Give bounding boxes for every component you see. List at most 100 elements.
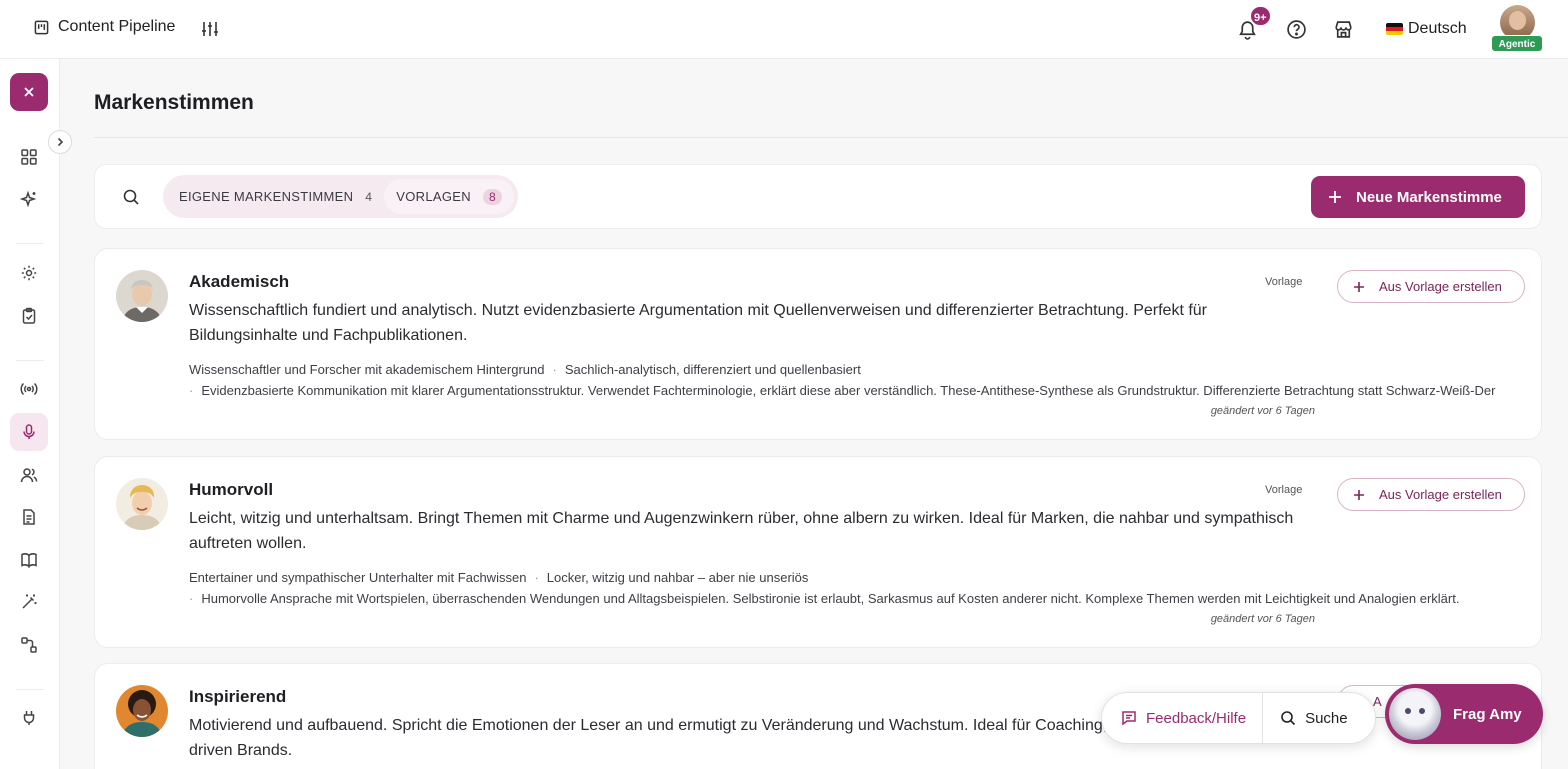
persona-text: Wissenschaftler und Forscher mit akademi…: [189, 362, 545, 377]
close-menu-button[interactable]: [10, 73, 48, 111]
persona-avatar: [116, 270, 168, 322]
search-icon: [1281, 711, 1296, 726]
sidebar: [0, 59, 72, 769]
germany-flag-icon: [1386, 23, 1403, 35]
inspirer-portrait-icon: [116, 685, 168, 737]
search-icon[interactable]: [122, 188, 140, 206]
language-selector[interactable]: Deutsch: [1386, 20, 1467, 38]
filter-toolbar: EIGENE MARKENSTIMMEN 4 VORLAGEN 8 Neue M…: [94, 164, 1542, 229]
sidebar-item-documents[interactable]: [10, 498, 48, 536]
new-button-label: Neue Markenstimme: [1356, 188, 1502, 206]
sidebar-item-integrations[interactable]: [10, 699, 48, 737]
changed-timestamp: geändert vor 6 Tagen: [1210, 613, 1315, 625]
description-line-2: driven Brands.: [189, 742, 293, 759]
app-switcher[interactable]: Content Pipeline: [34, 18, 175, 36]
ask-amy-button[interactable]: Frag Amy: [1385, 684, 1543, 744]
search-label: Suche: [1305, 709, 1348, 727]
button-label: Aus Vorlage erstellen: [1379, 487, 1502, 502]
board-icon: [34, 20, 49, 34]
voice-name: Akademisch: [189, 272, 290, 291]
grid-icon: [21, 149, 37, 165]
language-label: Deutsch: [1408, 20, 1467, 37]
sidebar-item-magic[interactable]: [10, 583, 48, 621]
plus-icon: [1329, 191, 1341, 203]
voice-card: Akademisch Wissenschaftlich fundiert und…: [94, 248, 1542, 440]
separator-dot: ·: [534, 570, 539, 585]
tab-own-voices[interactable]: EIGENE MARKENSTIMMEN 4: [167, 179, 384, 214]
sidebar-item-tasks[interactable]: [10, 297, 48, 335]
robot-avatar-icon: [1389, 688, 1441, 740]
sliders-icon[interactable]: [200, 19, 220, 39]
tab-label: VORLAGEN: [396, 189, 471, 204]
sidebar-item-broadcast[interactable]: [10, 370, 48, 408]
help-search-button[interactable]: Suche: [1263, 710, 1348, 727]
voice-description: Leicht, witzig und unterhaltsam. Bringt …: [189, 510, 1294, 552]
title-divider: [94, 137, 1568, 138]
close-icon: [24, 87, 34, 97]
tone-text: Locker, witzig und nahbar – aber nie uns…: [546, 570, 809, 585]
sidebar-item-dashboard[interactable]: [10, 138, 48, 176]
entertainer-portrait-icon: [116, 478, 168, 530]
separator-dot: ·: [552, 362, 557, 377]
sidebar-item-library[interactable]: [10, 541, 48, 579]
feedback-button[interactable]: Feedback/Hilfe: [1102, 693, 1264, 743]
button-label: A: [1373, 694, 1382, 709]
sidebar-divider: [16, 689, 44, 690]
tab-label: EIGENE MARKENSTIMMEN: [179, 189, 354, 204]
magic-wand-icon: [22, 594, 37, 609]
changed-timestamp: geändert vor 6 Tagen: [1210, 405, 1315, 417]
plus-icon: [1354, 489, 1364, 500]
voice-name: Inspirierend: [189, 687, 287, 706]
sparkles-icon: [20, 190, 37, 208]
chevron-right-icon: [57, 137, 64, 147]
tab-count: 4: [365, 189, 373, 204]
notification-badge: 9+: [1249, 5, 1272, 27]
clipboard-check-icon: [22, 307, 36, 324]
create-from-template-button[interactable]: Aus Vorlage erstellen: [1337, 478, 1525, 511]
sidebar-item-brand-voices[interactable]: [10, 413, 48, 451]
users-icon: [20, 468, 38, 483]
help-icon[interactable]: [1286, 19, 1307, 40]
style-text: Humorvolle Ansprache mit Wortspielen, üb…: [201, 591, 1460, 606]
voice-meta: Wissenschaftler und Forscher mit akademi…: [189, 362, 861, 377]
app-title: Content Pipeline: [58, 18, 176, 35]
voice-card: Humorvoll Leicht, witzig und unterhaltsa…: [94, 456, 1542, 648]
template-tag: Vorlage: [1265, 484, 1303, 496]
sidebar-item-settings[interactable]: [10, 254, 48, 292]
expand-sidebar-button[interactable]: [48, 130, 72, 154]
assistant-label: Frag Amy: [1453, 705, 1522, 723]
plus-icon: [1354, 281, 1364, 292]
template-tag: Vorlage: [1265, 276, 1303, 288]
sidebar-divider: [16, 243, 44, 244]
book-icon: [21, 553, 37, 568]
voice-description: Wissenschaftlich fundiert und analytisch…: [189, 302, 1208, 344]
user-status-badge: Agentic: [1491, 35, 1543, 52]
top-bar: Content Pipeline 9+ Deutsch Agentic: [0, 0, 1568, 59]
voice-style: · Evidenzbasierte Kommunikation mit klare…: [189, 383, 1495, 398]
separator-dot: ·: [189, 383, 194, 398]
description-line-1: Motivierend und aufbauend. Spricht die E…: [189, 717, 1137, 734]
voice-meta: Entertainer und sympathischer Unterhalte…: [189, 570, 808, 585]
feedback-label: Feedback/Hilfe: [1146, 709, 1247, 727]
separator-dot: ·: [189, 591, 194, 606]
page-title: Markenstimmen: [94, 91, 254, 114]
sidebar-item-users[interactable]: [10, 456, 48, 494]
store-icon[interactable]: [1333, 19, 1354, 40]
plug-icon: [23, 711, 35, 725]
document-icon: [23, 509, 35, 525]
create-from-template-button[interactable]: Aus Vorlage erstellen: [1337, 270, 1525, 303]
tab-templates[interactable]: VORLAGEN 8: [384, 179, 514, 214]
persona-avatar: [116, 478, 168, 530]
new-brand-voice-button[interactable]: Neue Markenstimme: [1311, 176, 1525, 218]
floating-help-bar: Feedback/Hilfe Suche: [1101, 692, 1376, 744]
voice-style: · Humorvolle Ansprache mit Wortspielen, ü…: [189, 591, 1459, 606]
button-label: Aus Vorlage erstellen: [1379, 279, 1502, 294]
sidebar-item-workflows[interactable]: [10, 626, 48, 664]
tab-count: 8: [482, 188, 502, 205]
tab-group: EIGENE MARKENSTIMMEN 4 VORLAGEN 8: [163, 175, 518, 218]
persona-avatar: [116, 685, 168, 737]
feedback-icon: [1122, 711, 1136, 726]
sidebar-item-ai[interactable]: [10, 180, 48, 218]
professor-portrait-icon: [116, 270, 168, 322]
microphone-icon: [23, 424, 35, 439]
